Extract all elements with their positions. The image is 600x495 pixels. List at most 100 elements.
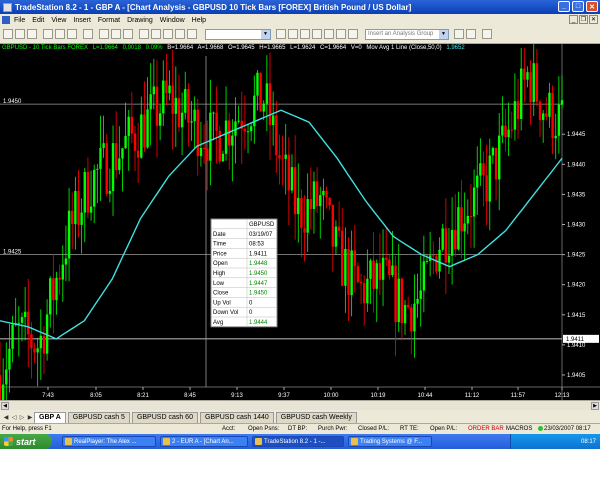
maximize-button[interactable]: □ xyxy=(572,1,584,12)
chevron-down-icon[interactable]: ▼ xyxy=(439,30,448,39)
start-button[interactable]: start xyxy=(0,434,52,449)
save-icon[interactable] xyxy=(27,29,37,39)
open-icon[interactable] xyxy=(15,29,25,39)
interval-icon[interactable] xyxy=(300,29,310,39)
taskbar-item-eur-a[interactable]: 2 - EUR A - [Chart An... xyxy=(160,436,248,447)
paste-icon[interactable] xyxy=(67,29,77,39)
scroll-right-icon[interactable]: ▶ xyxy=(591,402,599,410)
document-icon[interactable] xyxy=(2,16,10,24)
dt-bp-label: DT BP: xyxy=(288,426,308,432)
new-window-icon[interactable] xyxy=(3,29,13,39)
data-window-label: Time xyxy=(213,242,227,248)
trendline-icon[interactable] xyxy=(139,29,149,39)
alert-icon[interactable] xyxy=(336,29,346,39)
up-candle xyxy=(265,83,269,104)
taskbar-item-trading-systems[interactable]: Trading Systems @ F... xyxy=(348,436,432,447)
analysis-group-combo[interactable]: Insert an Analysis Group ▼ xyxy=(365,29,449,40)
help-icon[interactable] xyxy=(482,29,492,39)
menu-drawing[interactable]: Drawing xyxy=(127,17,153,24)
up-candle xyxy=(319,195,322,207)
macros-button[interactable]: MACROS xyxy=(506,426,532,432)
mdi-restore-button[interactable]: ❐ xyxy=(579,15,588,24)
status-bar: For Help, press F1 Acct: Open Psns: DT B… xyxy=(0,423,600,434)
price-axis-label: 1.9415 xyxy=(567,313,586,319)
taskbar-item-realplayer[interactable]: RealPlayer: The Alex ... xyxy=(62,436,156,447)
tab-gbpusd-cash-weekly[interactable]: GBPUSD cash Weekly xyxy=(275,412,357,423)
apply-icon[interactable] xyxy=(454,29,464,39)
tab-prev-icon[interactable]: ◁ xyxy=(10,413,18,423)
tab-next-icon[interactable]: ▷ xyxy=(18,413,26,423)
menu-window[interactable]: Window xyxy=(160,17,185,24)
up-candle xyxy=(466,215,470,224)
up-candle xyxy=(541,113,545,120)
down-candle xyxy=(485,175,488,202)
menu-view[interactable]: View xyxy=(51,17,66,24)
tab-gbpusd-cash-5[interactable]: GBPUSD cash 5 xyxy=(67,412,130,423)
data-window-label: High xyxy=(213,271,225,277)
price-axis-label: 1.9405 xyxy=(567,373,586,379)
workspace-combo[interactable]: ▼ xyxy=(205,29,271,40)
tab-last-icon[interactable]: ▶ xyxy=(26,413,34,423)
up-candle xyxy=(39,335,43,349)
indicator-icon[interactable] xyxy=(187,29,197,39)
mdi-minimize-button[interactable]: _ xyxy=(569,15,578,24)
connection-led-icon xyxy=(538,426,543,431)
up-candle xyxy=(174,97,178,114)
print-icon[interactable] xyxy=(83,29,93,39)
price-chart[interactable]: 1.9445 1.9440 1.9435 1.9430 1.9425 1.9420 1.94… xyxy=(0,44,600,400)
order-bar-button[interactable]: ORDER BAR xyxy=(468,426,504,432)
up-candle xyxy=(92,169,96,207)
menu-edit[interactable]: Edit xyxy=(32,17,44,24)
data-window-label: Open xyxy=(213,261,228,267)
candlestick-icon[interactable] xyxy=(175,29,185,39)
menu-bar: File Edit View Insert Format Drawing Win… xyxy=(0,14,600,26)
data-window-value: 08:53 xyxy=(249,242,265,248)
format-icon[interactable] xyxy=(276,29,286,39)
menu-file[interactable]: File xyxy=(14,17,25,24)
menu-format[interactable]: Format xyxy=(98,17,120,24)
scroll-left-icon[interactable]: ◀ xyxy=(1,402,9,410)
crosshair-icon[interactable] xyxy=(99,29,109,39)
down-candle xyxy=(363,283,366,304)
down-candle xyxy=(551,92,554,139)
minimize-button[interactable]: _ xyxy=(558,1,570,12)
up-candle xyxy=(438,249,441,272)
menu-insert[interactable]: Insert xyxy=(73,17,91,24)
up-candle xyxy=(61,264,64,280)
up-candle xyxy=(55,277,58,301)
tab-gbpusd-cash-1440[interactable]: GBPUSD cash 1440 xyxy=(199,412,274,423)
link-icon[interactable] xyxy=(324,29,334,39)
horizontal-scrollbar[interactable]: ◀ ▶ xyxy=(0,400,600,410)
strategy-icon[interactable] xyxy=(348,29,358,39)
moving-average-line xyxy=(0,109,563,340)
cut-icon[interactable] xyxy=(43,29,53,39)
text-icon[interactable] xyxy=(151,29,161,39)
chevron-down-icon[interactable]: ▼ xyxy=(261,30,270,39)
tray-clock[interactable]: 08:17 xyxy=(581,439,596,445)
down-candle xyxy=(177,97,181,128)
menu-help[interactable]: Help xyxy=(192,17,206,24)
data-window-label: Up Vol xyxy=(213,300,231,306)
up-candle xyxy=(271,115,275,125)
zoom-icon[interactable] xyxy=(123,29,133,39)
symbol-icon[interactable] xyxy=(288,29,298,39)
bar-chart-icon[interactable] xyxy=(163,29,173,39)
tradestation-app-icon[interactable] xyxy=(3,2,12,12)
data-window-value: 1.9450 xyxy=(249,291,268,297)
copy-icon[interactable] xyxy=(55,29,65,39)
chart-area[interactable]: 1.9445 1.9440 1.9435 1.9430 1.9425 1.9420 1.94… xyxy=(0,44,600,400)
data-window-title: GBPUSD xyxy=(249,222,275,228)
mdi-close-button[interactable]: ✕ xyxy=(589,15,598,24)
tab-gbpusd-cash-60[interactable]: GBPUSD cash 60 xyxy=(131,412,198,423)
taskbar-item-tradestation[interactable]: TradeStation 8.2 - 1 -... xyxy=(252,436,344,447)
remove-icon[interactable] xyxy=(466,29,476,39)
down-candle xyxy=(378,263,382,280)
close-button[interactable]: ✕ xyxy=(586,1,598,12)
pointer-icon[interactable] xyxy=(111,29,121,39)
tab-first-icon[interactable]: ◀ xyxy=(2,413,10,423)
tab-gbp-a[interactable]: GBP A xyxy=(34,412,66,423)
down-candle xyxy=(0,374,2,400)
window-title: TradeStation 8.2 - 1 - GBP A - [Chart An… xyxy=(15,2,412,12)
up-candle xyxy=(231,135,234,146)
refresh-icon[interactable] xyxy=(312,29,322,39)
